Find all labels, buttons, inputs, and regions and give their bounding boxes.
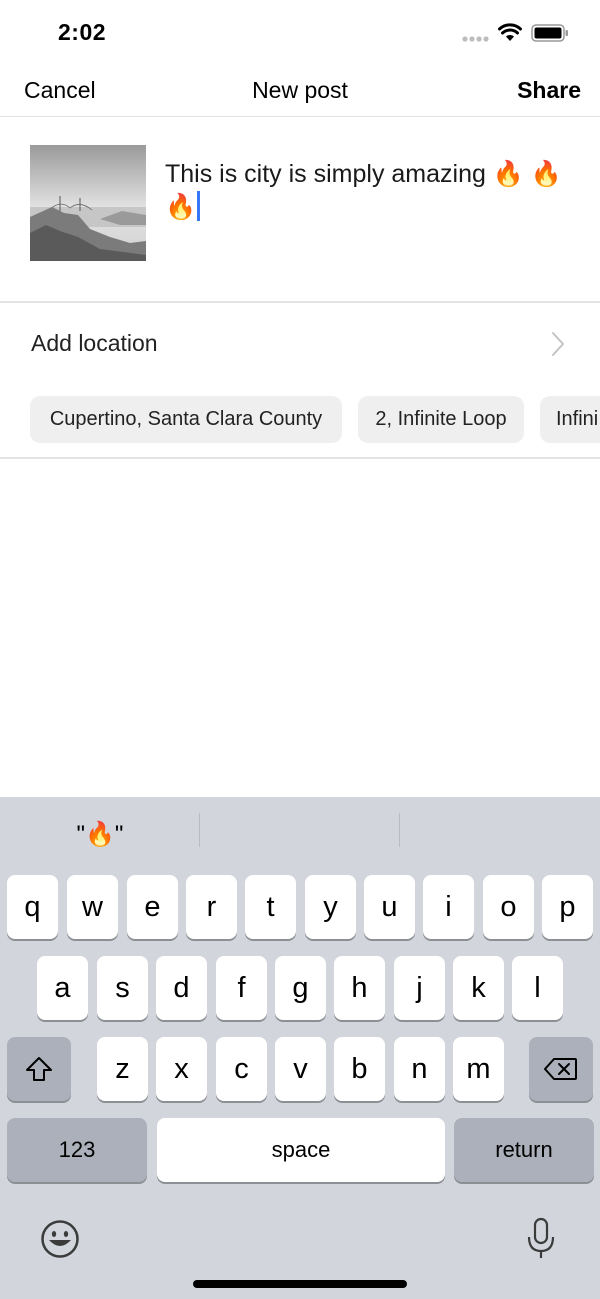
emoji-icon[interactable]: [40, 1219, 80, 1259]
keyboard: "🔥" q w e r t y u i o p a s d f g h j k …: [0, 797, 600, 1299]
space-key[interactable]: space: [157, 1118, 445, 1182]
key-c[interactable]: c: [216, 1037, 267, 1101]
key-y[interactable]: y: [305, 875, 356, 939]
delete-icon: [544, 1058, 577, 1080]
key-q[interactable]: q: [7, 875, 58, 939]
predictive-suggestion[interactable]: [400, 815, 598, 855]
add-location-label: Add location: [31, 330, 158, 356]
divider: [0, 457, 600, 459]
key-p[interactable]: p: [542, 875, 593, 939]
key-d[interactable]: d: [156, 956, 207, 1020]
chevron-right-icon: [552, 332, 564, 356]
shift-key[interactable]: [7, 1037, 71, 1101]
status-bar: 2:02: [0, 0, 600, 60]
cellular-signal-icon: [462, 36, 489, 42]
key-r[interactable]: r: [186, 875, 237, 939]
key-o[interactable]: o: [483, 875, 534, 939]
key-x[interactable]: x: [156, 1037, 207, 1101]
key-t[interactable]: t: [245, 875, 296, 939]
predictive-suggestion[interactable]: "🔥": [1, 815, 199, 855]
caption-text: This is city is simply amazing 🔥 🔥 🔥: [165, 160, 563, 221]
key-v[interactable]: v: [275, 1037, 326, 1101]
nav-bar: Cancel New post Share: [0, 64, 600, 117]
return-key[interactable]: return: [454, 1118, 594, 1182]
key-a[interactable]: a: [37, 956, 88, 1020]
delete-key[interactable]: [529, 1037, 593, 1101]
add-location-row[interactable]: Add location: [0, 303, 600, 383]
location-chip[interactable]: 2, Infinite Loop: [358, 396, 524, 443]
key-w[interactable]: w: [67, 875, 118, 939]
key-n[interactable]: n: [394, 1037, 445, 1101]
status-time: 2:02: [58, 19, 107, 45]
key-b[interactable]: b: [334, 1037, 385, 1101]
key-k[interactable]: k: [453, 956, 504, 1020]
key-h[interactable]: h: [334, 956, 385, 1020]
key-l[interactable]: l: [512, 956, 563, 1020]
microphone-icon[interactable]: [526, 1217, 556, 1261]
key-g[interactable]: g: [275, 956, 326, 1020]
wifi-icon: [498, 23, 522, 41]
shift-icon: [26, 1057, 52, 1081]
key-e[interactable]: e: [127, 875, 178, 939]
location-suggestions: Cupertino, Santa Clara County 2, Infinit…: [0, 396, 600, 444]
location-chip[interactable]: Cupertino, Santa Clara County: [30, 396, 342, 443]
numbers-key[interactable]: 123: [7, 1118, 147, 1182]
share-button[interactable]: Share: [517, 77, 581, 104]
battery-icon: [531, 24, 568, 42]
key-m[interactable]: m: [453, 1037, 504, 1101]
key-f[interactable]: f: [216, 956, 267, 1020]
key-z[interactable]: z: [97, 1037, 148, 1101]
caption-input[interactable]: This is city is simply amazing 🔥 🔥 🔥: [165, 158, 565, 224]
key-j[interactable]: j: [394, 956, 445, 1020]
cancel-button[interactable]: Cancel: [24, 77, 96, 104]
golden-gate-photo: [30, 145, 146, 261]
home-indicator[interactable]: [193, 1280, 407, 1288]
key-u[interactable]: u: [364, 875, 415, 939]
text-cursor: [197, 191, 201, 221]
predictive-suggestion[interactable]: [200, 815, 398, 855]
key-i[interactable]: i: [423, 875, 474, 939]
location-chip[interactable]: Infini: [540, 396, 600, 443]
key-s[interactable]: s: [97, 956, 148, 1020]
post-image-thumbnail[interactable]: [30, 145, 146, 261]
